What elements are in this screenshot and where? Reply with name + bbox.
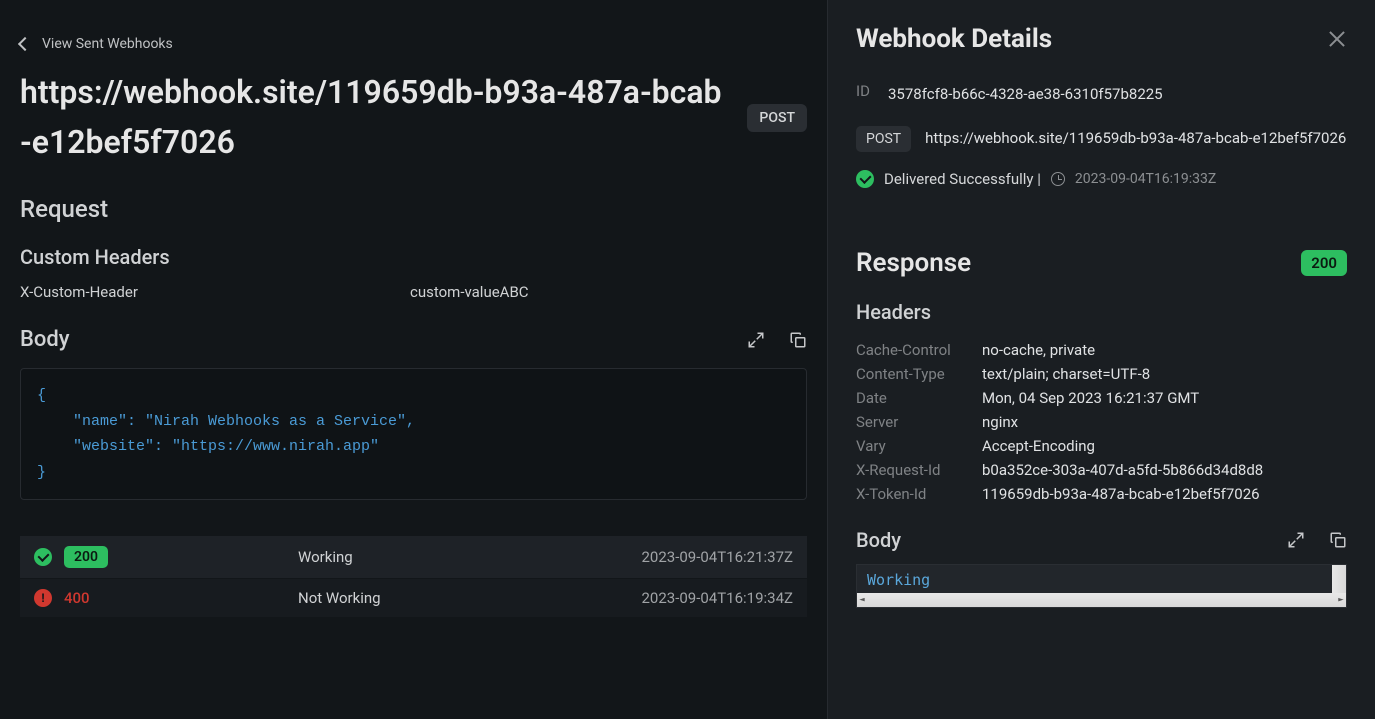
scrollbar-right[interactable] bbox=[1332, 565, 1346, 593]
details-title: Webhook Details bbox=[856, 24, 1052, 54]
detail-row-url: POST https://webhook.site/119659db-b93a-… bbox=[856, 126, 1347, 152]
alert-circle-icon bbox=[34, 589, 52, 607]
status-cell: 200 bbox=[34, 546, 298, 568]
page-url: https://webhook.site/119659db-b93a-487a-… bbox=[20, 68, 731, 167]
delivered-row: Delivered Successfully | 2023-09-04T16:1… bbox=[856, 170, 1347, 188]
response-header-value: nginx bbox=[982, 413, 1018, 431]
attempt-row[interactable]: 200 Working2023-09-04T16:21:37Z bbox=[20, 536, 807, 579]
response-code-badge: 200 bbox=[1301, 250, 1347, 276]
chevron-left-icon bbox=[18, 37, 32, 51]
response-header-name: X-Token-Id bbox=[856, 485, 982, 503]
status-code: 400 bbox=[64, 589, 90, 607]
expand-icon[interactable] bbox=[747, 331, 765, 349]
status-code-badge: 200 bbox=[64, 546, 108, 568]
scrollbar-bottom[interactable]: ◄► bbox=[857, 593, 1346, 607]
details-panel: Webhook Details ID 3578fcf8-b66c-4328-ae… bbox=[827, 0, 1375, 719]
back-link-label: View Sent Webhooks bbox=[42, 36, 173, 52]
response-header-value: 119659db-b93a-487a-bcab-e12bef5f7026 bbox=[982, 485, 1260, 503]
detail-url: https://webhook.site/119659db-b93a-487a-… bbox=[925, 126, 1346, 152]
attempt-row[interactable]: 400 Not Working2023-09-04T16:19:34Z bbox=[20, 579, 807, 618]
attempts-table: 200 Working2023-09-04T16:21:37Z 400 Not Wor… bbox=[20, 536, 807, 618]
attempt-message: Working bbox=[298, 548, 641, 566]
response-body-text: Working bbox=[867, 571, 930, 589]
title-row: https://webhook.site/119659db-b93a-487a-… bbox=[20, 68, 807, 167]
response-body-title-row: Body bbox=[856, 528, 1347, 552]
attempt-time: 2023-09-04T16:19:34Z bbox=[641, 589, 793, 607]
body-title-row: Body bbox=[20, 327, 807, 352]
custom-headers-title: Custom Headers bbox=[20, 245, 807, 269]
copy-icon[interactable] bbox=[789, 331, 807, 349]
method-badge: POST bbox=[747, 104, 807, 132]
detail-row-id: ID 3578fcf8-b66c-4328-ae38-6310f57b8225 bbox=[856, 82, 1347, 108]
clock-icon bbox=[1051, 172, 1065, 186]
response-headers-list: Cache-Controlno-cache, privateContent-Ty… bbox=[856, 338, 1347, 506]
id-value: 3578fcf8-b66c-4328-ae38-6310f57b8225 bbox=[888, 82, 1163, 108]
response-header-value: Mon, 04 Sep 2023 16:21:37 GMT bbox=[982, 389, 1199, 407]
response-header-name: Vary bbox=[856, 437, 982, 455]
header-value: custom-valueABC bbox=[410, 283, 529, 301]
response-body-code[interactable]: Working ◄► bbox=[856, 564, 1347, 608]
response-header-name: Date bbox=[856, 389, 982, 407]
response-header-row: X-Request-Idb0a352ce-303a-407d-a5fd-5b86… bbox=[856, 458, 1347, 482]
response-headers-title: Headers bbox=[856, 300, 1347, 324]
delivered-time: 2023-09-04T16:19:33Z bbox=[1075, 171, 1216, 187]
response-body-title: Body bbox=[856, 528, 901, 552]
response-header-row: X-Token-Id119659db-b93a-487a-bcab-e12bef… bbox=[856, 482, 1347, 506]
attempt-message: Not Working bbox=[298, 589, 641, 607]
response-header-name: Cache-Control bbox=[856, 341, 982, 359]
attempt-time: 2023-09-04T16:21:37Z bbox=[641, 548, 793, 566]
response-header-value: Accept-Encoding bbox=[982, 437, 1095, 455]
close-icon[interactable] bbox=[1327, 29, 1347, 49]
response-header-value: b0a352ce-303a-407d-a5fd-5b866d34d8d8 bbox=[982, 461, 1263, 479]
response-header-row: VaryAccept-Encoding bbox=[856, 434, 1347, 458]
header-name: X-Custom-Header bbox=[20, 283, 410, 301]
response-header-row: DateMon, 04 Sep 2023 16:21:37 GMT bbox=[856, 386, 1347, 410]
expand-icon[interactable] bbox=[1287, 531, 1305, 549]
response-header-row: Servernginx bbox=[856, 410, 1347, 434]
check-circle-icon bbox=[34, 548, 52, 566]
request-body-code[interactable]: { "name": "Nirah Webhooks as a Service",… bbox=[20, 368, 807, 500]
response-header-value: text/plain; charset=UTF-8 bbox=[982, 365, 1150, 383]
response-header-name: Server bbox=[856, 413, 982, 431]
delivered-text: Delivered Successfully | bbox=[884, 170, 1041, 188]
status-cell: 400 bbox=[34, 589, 298, 607]
header-row: X-Custom-Headercustom-valueABC bbox=[20, 283, 807, 301]
response-body-actions bbox=[1287, 531, 1347, 549]
back-link[interactable]: View Sent Webhooks bbox=[20, 0, 807, 68]
response-title-text: Response bbox=[856, 248, 971, 278]
custom-headers-list: X-Custom-Headercustom-valueABC bbox=[20, 283, 807, 301]
main-panel: View Sent Webhooks https://webhook.site/… bbox=[0, 0, 827, 719]
body-actions bbox=[747, 331, 807, 349]
detail-method-badge: POST bbox=[856, 126, 911, 152]
details-header: Webhook Details bbox=[856, 24, 1347, 54]
response-section-title: Response 200 bbox=[856, 248, 1347, 278]
response-header-row: Content-Typetext/plain; charset=UTF-8 bbox=[856, 362, 1347, 386]
copy-icon[interactable] bbox=[1329, 531, 1347, 549]
body-title: Body bbox=[20, 327, 70, 352]
id-label: ID bbox=[856, 82, 874, 100]
response-header-name: Content-Type bbox=[856, 365, 982, 383]
request-section-title: Request bbox=[20, 195, 807, 223]
check-circle-icon bbox=[856, 170, 874, 188]
response-header-value: no-cache, private bbox=[982, 341, 1095, 359]
response-header-name: X-Request-Id bbox=[856, 461, 982, 479]
response-header-row: Cache-Controlno-cache, private bbox=[856, 338, 1347, 362]
